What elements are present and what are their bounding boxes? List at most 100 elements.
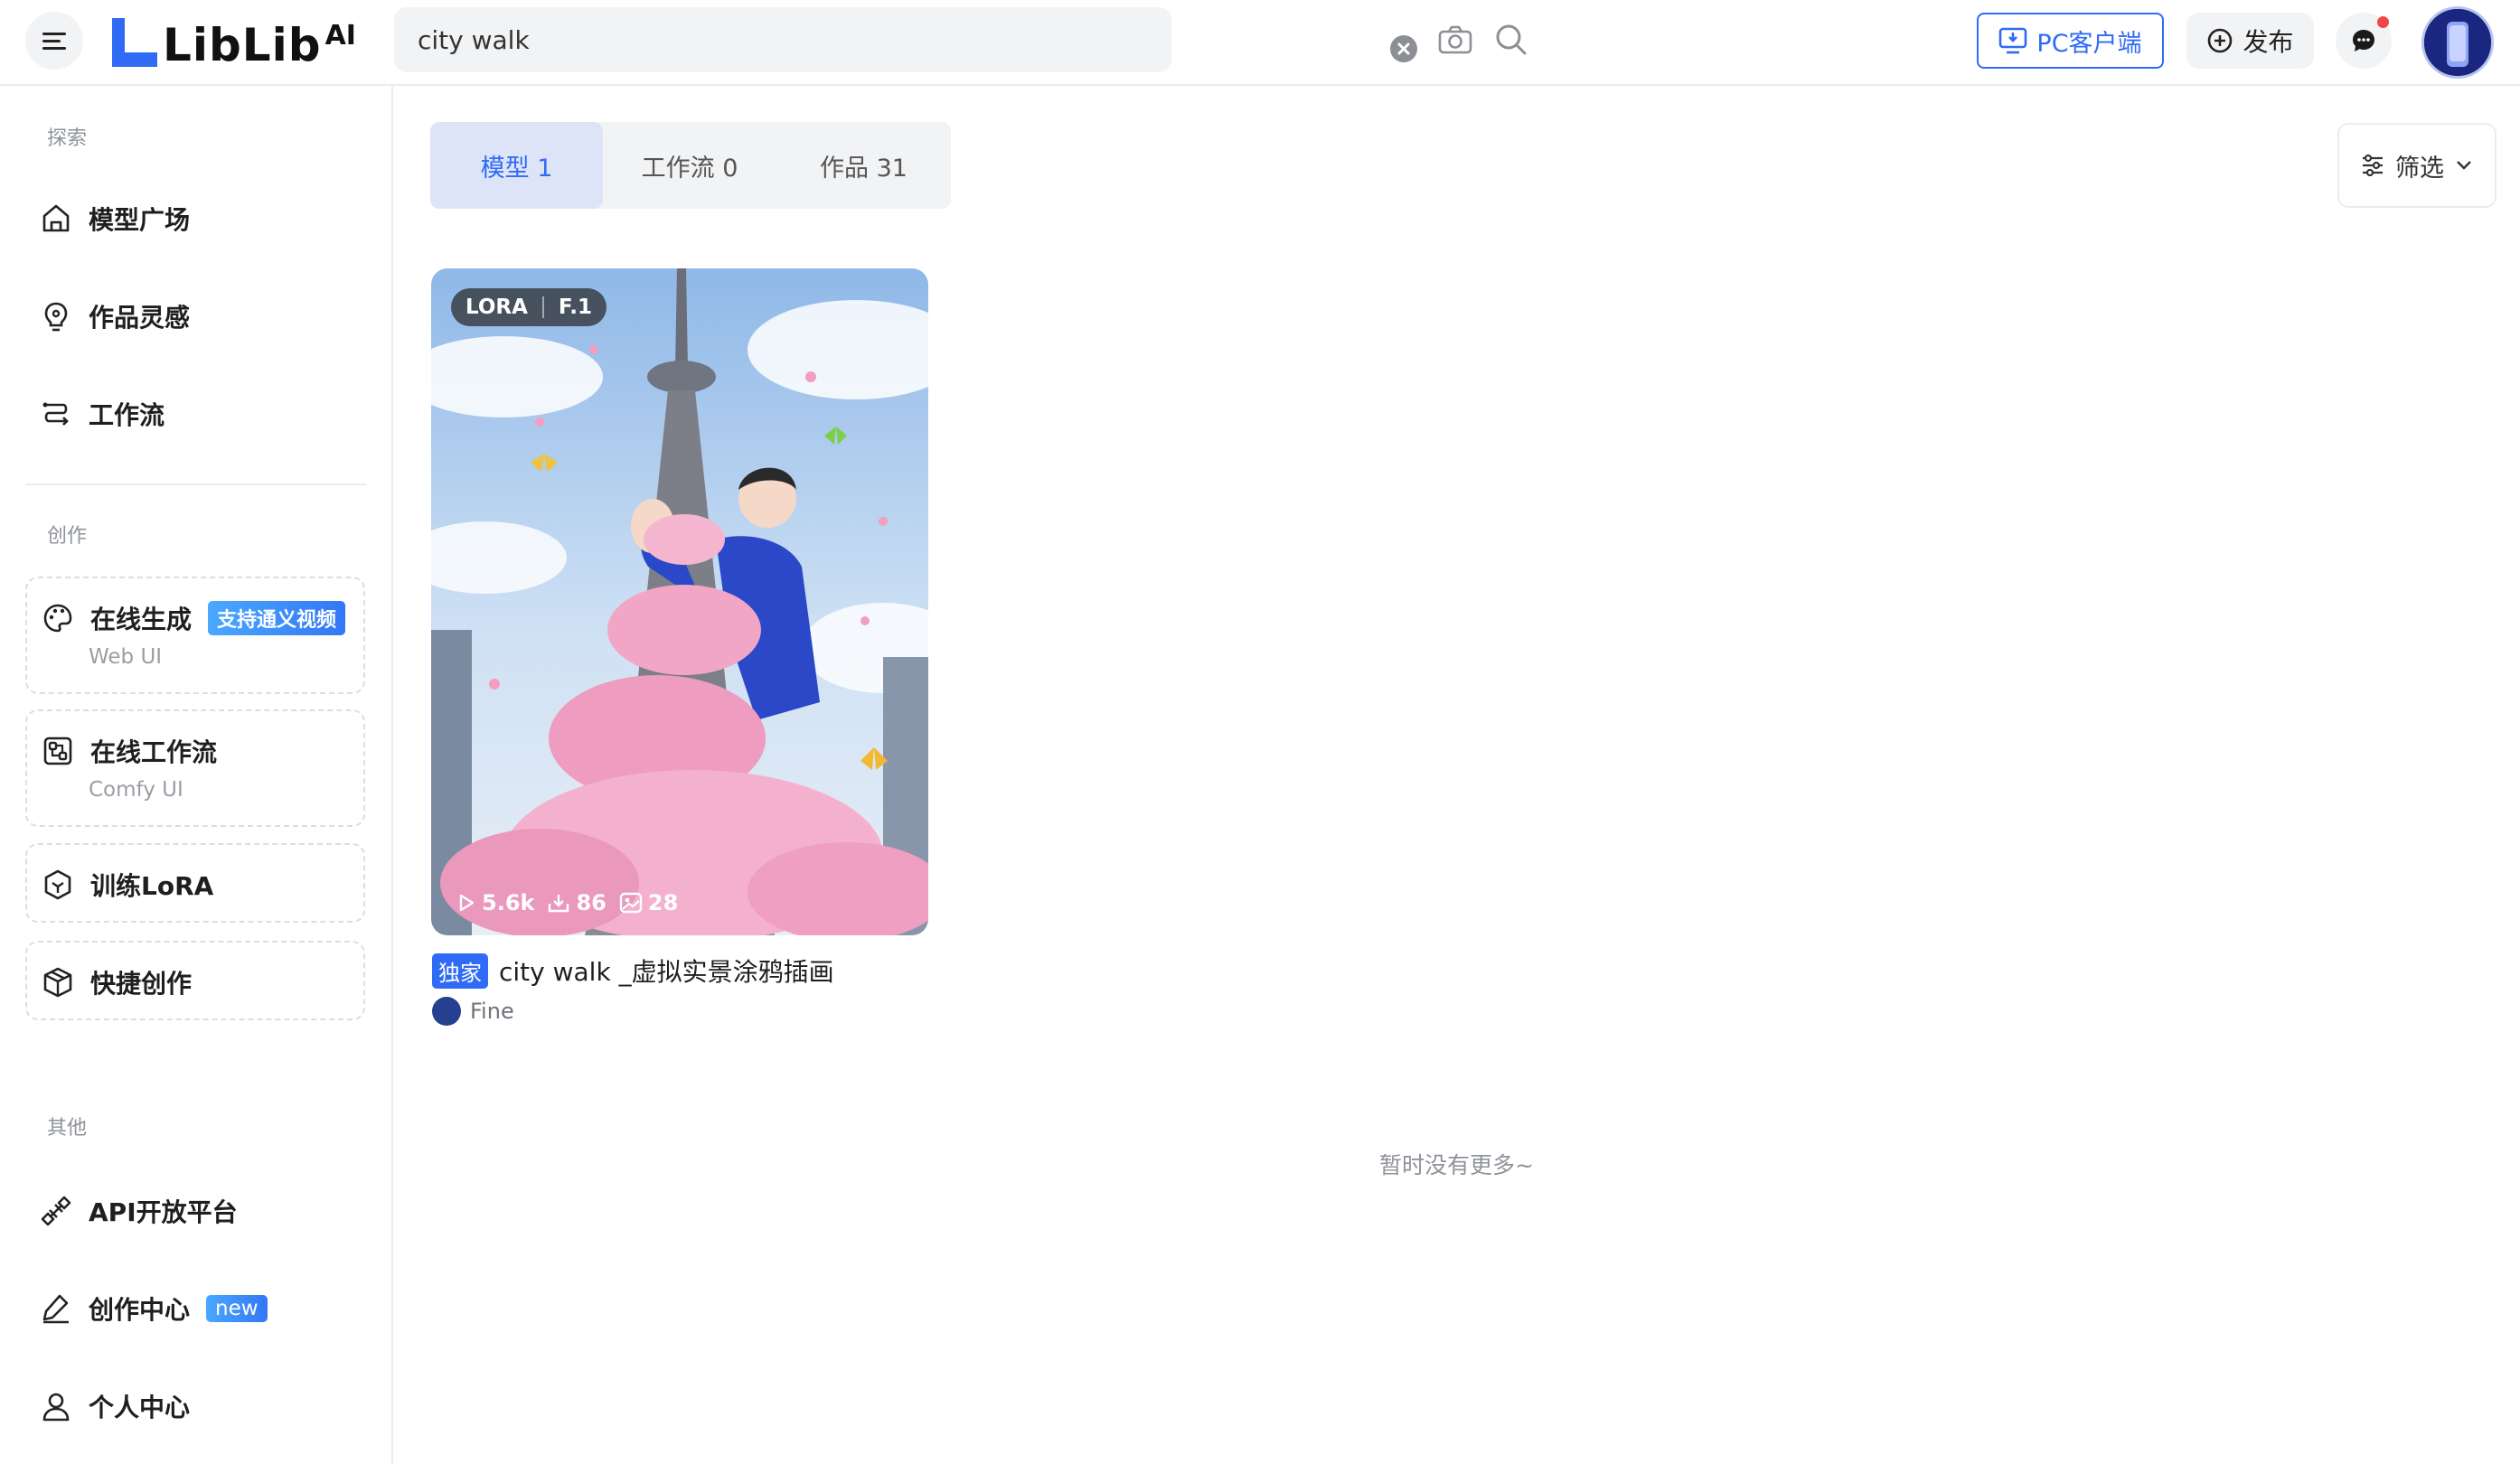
bulb-icon <box>44 302 68 332</box>
pen-icon <box>42 1294 69 1324</box>
sidebar-item-label: 个人中心 <box>89 1393 191 1422</box>
publish-button[interactable]: 发布 <box>2186 13 2314 69</box>
publish-label: 发布 <box>2243 27 2294 57</box>
sidebar-item-creator-center[interactable]: 创作中心 new <box>40 1290 268 1327</box>
tab-label: 作品 31 <box>820 154 907 183</box>
sidebar-item-label: 模型广场 <box>89 205 191 235</box>
base-model-tag: F.1 <box>558 296 592 319</box>
tool-label: 在线生成 <box>90 605 193 634</box>
download-count-value: 86 <box>576 890 606 915</box>
close-icon <box>1397 42 1410 55</box>
model-card[interactable]: LORA F.1 5.6k 86 28 <box>431 268 928 935</box>
tab-models[interactable]: 模型 1 <box>430 122 603 209</box>
tool-label: 在线工作流 <box>90 737 218 767</box>
palette-icon <box>43 604 72 633</box>
image-count-value: 28 <box>647 890 679 915</box>
lora-tag: LORA <box>465 296 528 319</box>
brand-name: LibLib <box>163 19 322 71</box>
tab-label: 工作流 0 <box>641 154 738 183</box>
sidebar-item-inspiration[interactable]: 作品灵感 <box>40 298 190 334</box>
new-badge: new <box>206 1295 268 1322</box>
run-count: 5.6k <box>456 890 534 915</box>
model-author[interactable]: Fine <box>432 997 514 1026</box>
search-button[interactable] <box>1493 22 1529 58</box>
sidebar-item-workflow[interactable]: 工作流 <box>40 396 165 432</box>
avatar-image <box>2424 9 2491 76</box>
author-avatar <box>432 997 461 1026</box>
search-icon <box>1496 24 1527 55</box>
sidebar: 探索 模型广场 作品灵感 工作流 创作 在线生成 支持通义视频 Web UI 在… <box>0 86 393 1464</box>
brand-logo[interactable]: LibLib AI <box>108 14 356 69</box>
chat-bubble-icon <box>2353 30 2374 52</box>
sidebar-item-label: 作品灵感 <box>89 303 191 333</box>
sliders-icon <box>2363 155 2383 176</box>
api-icon <box>41 1196 71 1226</box>
tool-sub-label: Web UI <box>89 645 163 669</box>
unread-dot <box>2377 16 2389 28</box>
sidebar-item-label: API开放平台 <box>89 1197 238 1227</box>
brand-suffix: AI <box>324 20 356 52</box>
cube-icon <box>44 869 71 900</box>
image-icon <box>619 892 643 914</box>
camera-icon <box>1438 25 1472 54</box>
tool-card-quick-create[interactable]: 快捷创作 <box>25 941 365 1020</box>
sidebar-item-label: 工作流 <box>89 400 165 430</box>
user-icon <box>42 1393 70 1422</box>
sidebar-item-label: 创作中心 <box>89 1295 191 1325</box>
section-title-create: 创作 <box>47 525 88 548</box>
model-type-tags: LORA F.1 <box>451 288 606 326</box>
model-title[interactable]: city walk _虚拟实景涂鸦插画 <box>499 953 834 989</box>
result-tabs: 模型 1 工作流 0 作品 31 <box>430 122 951 209</box>
model-preview-image <box>431 268 928 935</box>
filter-button[interactable]: 筛选 <box>2337 123 2496 208</box>
tool-sub-label: Comfy UI <box>89 778 183 802</box>
tool-card-train-lora[interactable]: 训练LoRA <box>25 843 365 923</box>
download-icon <box>549 895 569 913</box>
no-more-results-text: 暂时没有更多~ <box>1379 1152 1534 1178</box>
logo-mark-icon <box>112 18 157 67</box>
image-count: 28 <box>619 890 678 915</box>
tool-label: 快捷创作 <box>90 969 193 999</box>
menu-button[interactable] <box>25 12 83 70</box>
workflow-icon <box>42 402 69 426</box>
model-stats: 5.6k 86 28 <box>456 890 678 915</box>
tool-label: 训练LoRA <box>90 871 214 901</box>
tool-card-row: 快捷创作 <box>42 964 192 1000</box>
pc-client-button[interactable]: PC客户端 <box>1977 13 2164 69</box>
filter-label: 筛选 <box>2395 154 2444 183</box>
node-icon <box>43 737 72 765</box>
author-name: Fine <box>470 999 514 1024</box>
image-search-button[interactable] <box>1437 23 1473 56</box>
video-support-badge: 支持通义视频 <box>208 601 346 635</box>
clear-search-button[interactable] <box>1390 35 1417 62</box>
sidebar-item-personal-center[interactable]: 个人中心 <box>40 1388 190 1424</box>
pc-client-label: PC客户端 <box>2036 29 2142 58</box>
box-icon <box>43 967 72 998</box>
tool-card-online-workflow[interactable]: 在线工作流 Comfy UI <box>25 709 365 827</box>
search-input[interactable] <box>418 7 924 72</box>
home-icon <box>42 204 70 232</box>
chevron-down-icon <box>2457 161 2471 170</box>
exclusive-badge: 独家 <box>432 953 488 989</box>
user-avatar[interactable] <box>2421 6 2494 79</box>
run-count-value: 5.6k <box>482 890 535 915</box>
tab-works[interactable]: 作品 31 <box>776 122 951 209</box>
monitor-download-icon <box>1999 27 2027 54</box>
sidebar-item-api[interactable]: API开放平台 <box>40 1193 238 1229</box>
top-bar: LibLib AI PC客户端 <box>0 0 2520 86</box>
tool-card-row: 训练LoRA <box>42 867 213 903</box>
tool-card-row: 在线生成 支持通义视频 <box>42 600 346 636</box>
section-title-other: 其他 <box>47 1117 88 1140</box>
plus-circle-icon <box>2208 28 2233 53</box>
download-count: 86 <box>547 890 606 915</box>
tool-card-row: 在线工作流 <box>42 733 217 769</box>
search-bar <box>394 7 1527 72</box>
sidebar-divider <box>25 483 367 485</box>
tool-card-online-generate[interactable]: 在线生成 支持通义视频 Web UI <box>25 577 365 694</box>
tab-label: 模型 1 <box>480 154 553 183</box>
sidebar-item-model-square[interactable]: 模型广场 <box>40 201 190 237</box>
play-icon <box>459 894 475 912</box>
model-title-row[interactable]: 独家 city walk _虚拟实景涂鸦插画 <box>432 953 834 989</box>
section-title-explore: 探索 <box>47 127 88 150</box>
tab-workflows[interactable]: 工作流 0 <box>603 122 776 209</box>
